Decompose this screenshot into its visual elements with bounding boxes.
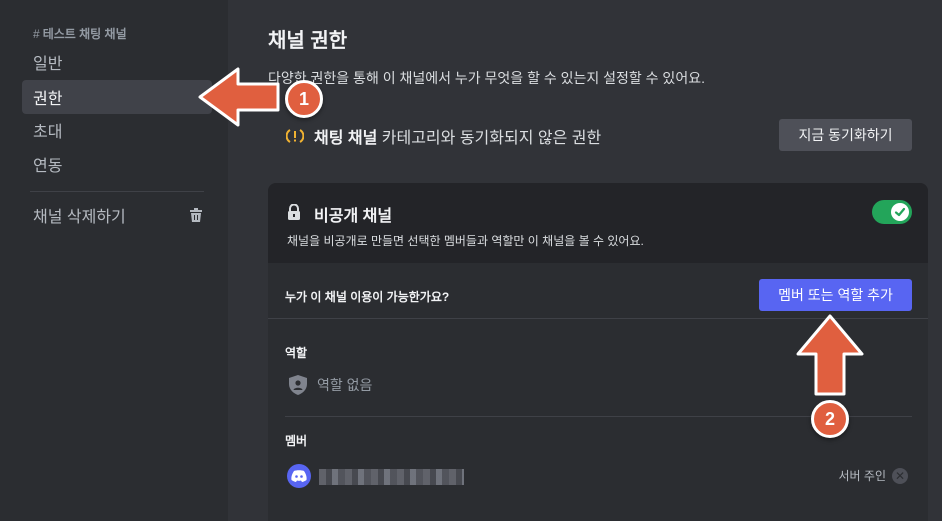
private-channel-description: 채널을 비공개로 만들면 선택한 멤버들과 역할만 이 채널을 볼 수 있어요. — [287, 234, 644, 248]
annotation-badge-2: 2 — [811, 400, 849, 438]
sync-status: 채팅 채널 카테고리와 동기화되지 않은 권한 — [286, 124, 601, 148]
member-name-redacted — [319, 469, 464, 485]
check-icon — [894, 207, 906, 217]
sidebar-divider — [30, 191, 204, 192]
member-row: 서버 주인 ✕ — [287, 464, 912, 488]
avatar — [287, 464, 311, 488]
hash-icon: # — [33, 26, 40, 41]
sidebar-item-permissions[interactable]: 권한 — [22, 80, 212, 114]
server-owner-badge: 서버 주인 — [838, 469, 887, 483]
sidebar-channel-header: # 테스트 채팅 채널 — [33, 25, 127, 42]
no-roles-text: 역할 없음 — [317, 377, 373, 393]
page-description: 다양한 권한을 통해 이 채널에서 누가 무엇을 할 수 있는지 설정할 수 있… — [268, 70, 705, 86]
sync-warning-icon — [286, 129, 304, 143]
shield-icon — [289, 375, 307, 395]
sync-text: 채팅 채널 카테고리와 동기화되지 않은 권한 — [314, 124, 601, 148]
roles-heading: 역할 — [285, 346, 308, 360]
remove-member-icon[interactable]: ✕ — [892, 468, 908, 484]
toggle-knob — [891, 203, 909, 221]
sync-now-button[interactable]: 지금 동기화하기 — [779, 119, 912, 151]
delete-channel-label: 채널 삭제하기 — [33, 209, 126, 226]
annotation-badge-1: 1 — [285, 80, 323, 118]
sidebar-item-invites[interactable]: 초대 — [22, 113, 212, 147]
sync-description: 카테고리와 동기화되지 않은 권한 — [377, 130, 602, 147]
lock-icon — [288, 204, 300, 220]
settings-sidebar: # 테스트 채팅 채널 일반 권한 초대 연동 채널 삭제하기 — [0, 0, 228, 521]
sidebar-item-label: 연동 — [33, 158, 63, 175]
discord-logo-icon — [291, 470, 307, 482]
delete-channel-button[interactable]: 채널 삭제하기 — [22, 198, 212, 232]
arrow-up-icon — [796, 314, 864, 396]
sidebar-item-integrations[interactable]: 연동 — [22, 147, 212, 181]
members-heading: 멤버 — [285, 434, 308, 448]
page-title: 채널 권한 — [268, 30, 348, 52]
trash-icon — [190, 208, 202, 222]
sync-category-name: 채팅 채널 — [314, 130, 378, 147]
access-question: 누가 이 채널 이용이 가능한가요? — [285, 290, 450, 304]
add-member-or-role-button[interactable]: 멤버 또는 역할 추가 — [759, 279, 912, 311]
sidebar-item-general[interactable]: 일반 — [22, 45, 212, 79]
arrow-left-icon — [198, 67, 280, 127]
channel-name: 테스트 채팅 채널 — [42, 27, 127, 41]
private-channel-toggle[interactable] — [872, 200, 912, 224]
sidebar-item-label: 초대 — [33, 124, 63, 141]
sidebar-item-label: 권한 — [33, 91, 63, 108]
private-channel-label: 비공개 채널 — [314, 208, 393, 225]
no-roles-row: 역할 없음 — [289, 375, 372, 395]
private-channel-section: 비공개 채널 채널을 비공개로 만들면 선택한 멤버들과 역할만 이 채널을 볼… — [268, 183, 928, 263]
sidebar-item-label: 일반 — [33, 56, 63, 73]
